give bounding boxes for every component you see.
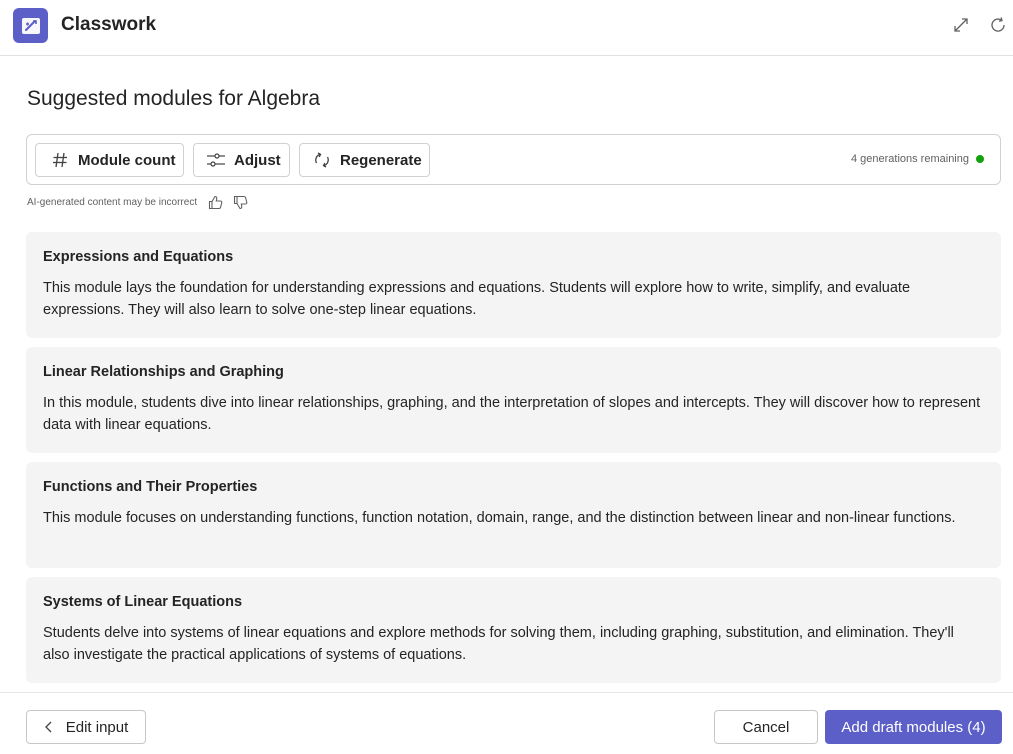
generations-remaining-text: 4 generations remaining xyxy=(850,153,969,165)
module-count-button[interactable]: Module count xyxy=(35,143,184,177)
footer-divider xyxy=(0,692,1013,693)
cancel-button[interactable]: Cancel xyxy=(714,710,818,744)
module-count-label: Module count xyxy=(78,151,176,169)
classwork-icon xyxy=(13,8,48,43)
module-card[interactable]: Expressions and Equations This module la… xyxy=(26,232,1001,338)
page-title: Suggested modules for Algebra xyxy=(27,87,321,110)
ai-disclaimer: AI-generated content may be incorrect xyxy=(27,193,249,211)
adjust-label: Adjust xyxy=(234,151,281,169)
edit-input-button[interactable]: Edit input xyxy=(26,710,146,744)
app-title: Classwork xyxy=(61,14,157,35)
module-description: This module focuses on understanding fun… xyxy=(43,510,956,526)
edit-input-label: Edit input xyxy=(65,718,129,736)
thumbs-down-icon[interactable] xyxy=(232,194,249,211)
expand-icon[interactable] xyxy=(951,15,971,35)
refresh-icon[interactable] xyxy=(988,15,1008,35)
generation-toolbar: Module count Adjust Regenerate 4 generat… xyxy=(26,134,1001,185)
app-header: Classwork xyxy=(0,0,1013,56)
module-card[interactable]: Linear Relationships and Graphing In thi… xyxy=(26,347,1001,453)
regenerate-icon xyxy=(312,150,332,170)
generations-remaining: 4 generations remaining xyxy=(851,153,984,165)
disclaimer-text: AI-generated content may be incorrect xyxy=(27,196,198,208)
module-title: Systems of Linear Equations xyxy=(43,594,243,610)
module-title: Expressions and Equations xyxy=(43,249,234,265)
adjust-button[interactable]: Adjust xyxy=(193,143,290,177)
module-description: This module lays the foundation for unde… xyxy=(43,280,911,318)
module-card[interactable]: Systems of Linear Equations Students del… xyxy=(26,577,1001,683)
module-title: Linear Relationships and Graphing xyxy=(43,364,284,380)
module-description: In this module, students dive into linea… xyxy=(43,395,981,433)
thumbs-up-icon[interactable] xyxy=(207,194,224,211)
module-description: Students delve into systems of linear eq… xyxy=(43,625,954,663)
regenerate-label: Regenerate xyxy=(340,151,422,169)
sliders-icon xyxy=(206,150,226,170)
add-draft-modules-button[interactable]: Add draft modules (4) xyxy=(825,710,1002,744)
module-title: Functions and Their Properties xyxy=(43,479,258,495)
chevron-left-icon xyxy=(44,721,54,733)
status-dot xyxy=(976,155,984,163)
regenerate-button[interactable]: Regenerate xyxy=(299,143,430,177)
module-card[interactable]: Functions and Their Properties This modu… xyxy=(26,462,1001,568)
hash-icon xyxy=(50,150,70,170)
